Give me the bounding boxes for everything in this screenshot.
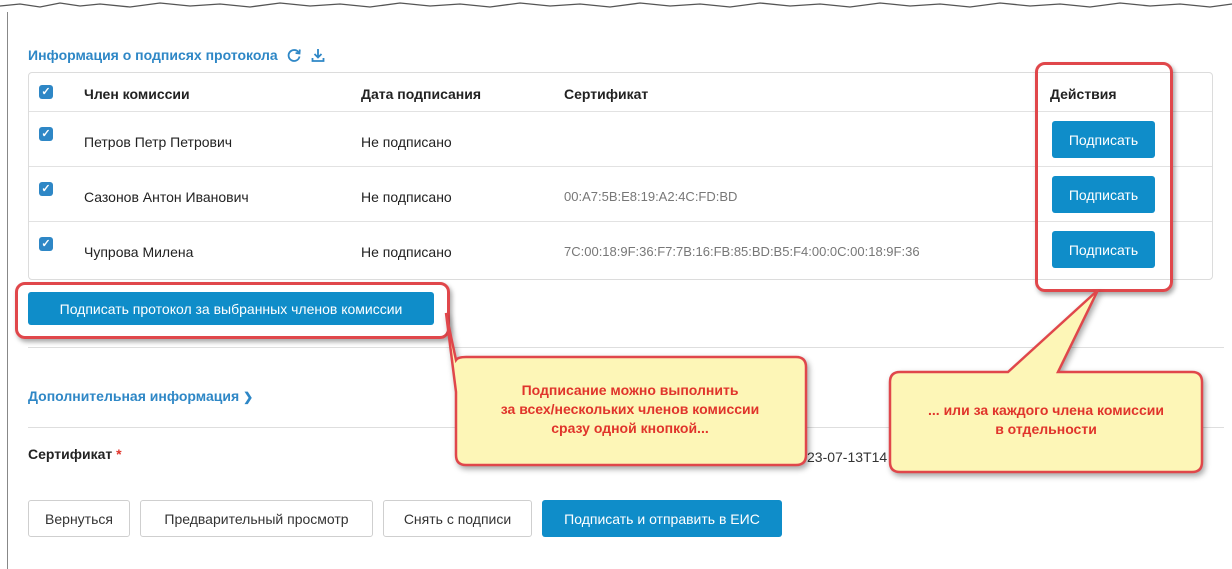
callout-line: Подписание можно выполнить (521, 382, 739, 398)
callout-line: в отдельности (995, 421, 1097, 437)
callout-line: за всех/нескольких членов комиссии (500, 401, 760, 417)
callout-bubbles (444, 289, 1204, 474)
left-callout-text: Подписание можно выполнить за всех/неско… (458, 381, 802, 438)
right-callout-text: ... или за каждого члена комиссии в отде… (896, 401, 1196, 439)
callout-line: ... или за каждого члена комиссии (928, 402, 1164, 418)
callout-line: сразу одной кнопкой... (551, 420, 709, 436)
